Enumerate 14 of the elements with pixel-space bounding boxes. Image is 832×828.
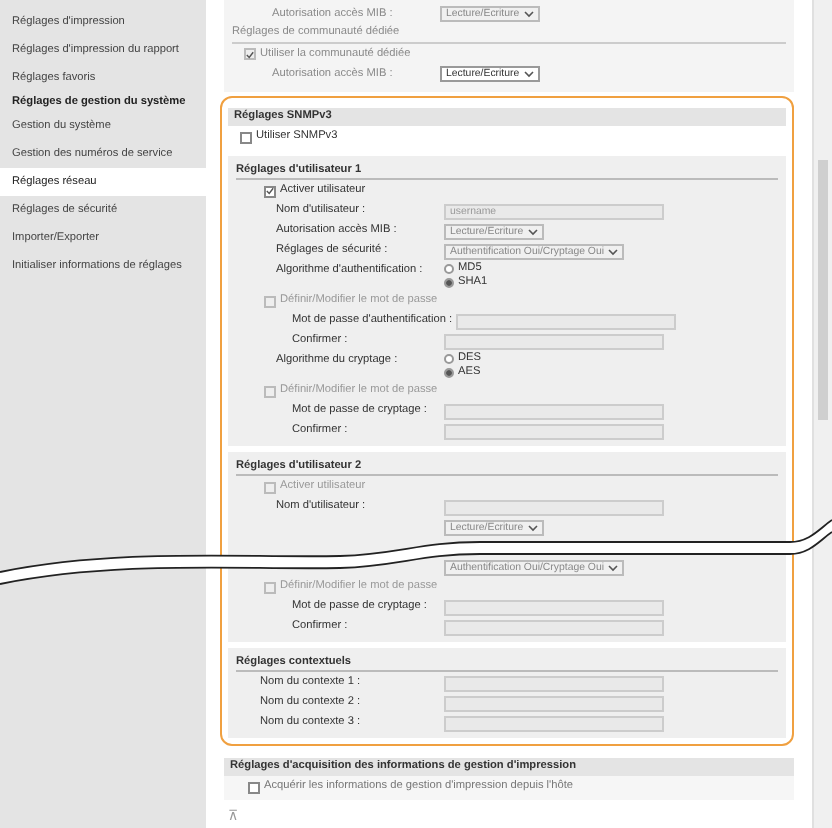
chevron-icon (608, 247, 618, 255)
chevron-icon (527, 227, 538, 235)
radio-button[interactable] (444, 353, 454, 363)
checkbox[interactable] (240, 131, 252, 143)
scrollbar[interactable] (812, 0, 832, 828)
radio-button[interactable] (444, 367, 454, 377)
chevron-icon (523, 70, 534, 78)
radio-button[interactable] (444, 277, 454, 287)
radio-button[interactable] (444, 263, 454, 273)
chevron-icon (523, 10, 534, 18)
checkbox[interactable] (248, 781, 260, 793)
checkbox[interactable] (264, 185, 276, 197)
chevron-icon (527, 523, 538, 531)
chevron-icon (608, 563, 618, 571)
